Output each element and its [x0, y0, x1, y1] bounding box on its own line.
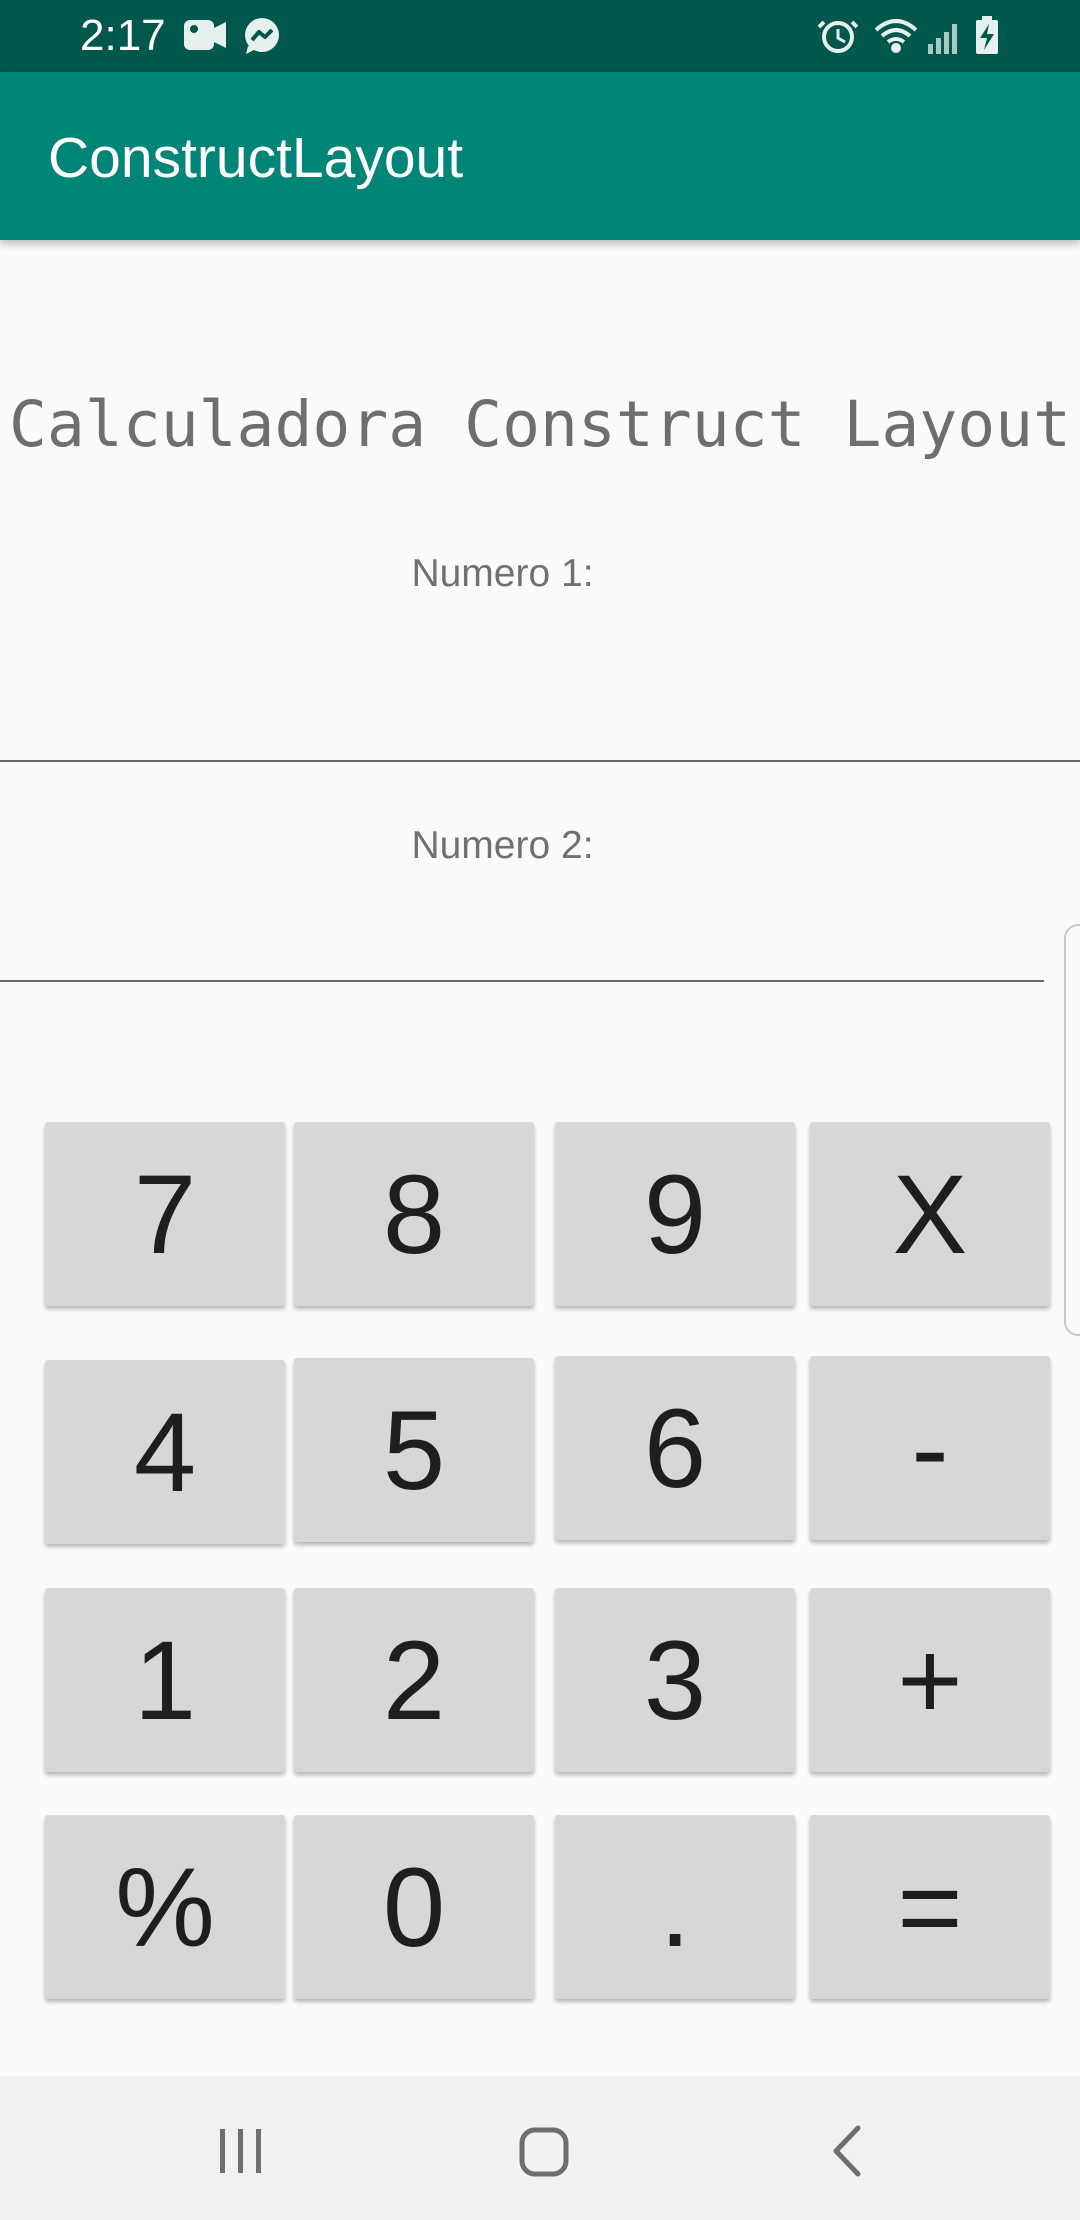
wifi-icon — [874, 19, 918, 53]
signal-icon — [928, 24, 957, 54]
key-3[interactable]: 3 — [555, 1588, 795, 1772]
key-add[interactable]: + — [810, 1588, 1050, 1772]
home-icon[interactable] — [498, 2106, 588, 2196]
app-bar: ConstructLayout — [0, 72, 1080, 240]
page-title: Calculadora Construct Layout — [8, 388, 1072, 461]
edge-panel-handle[interactable] — [1064, 924, 1080, 1336]
number1-input[interactable] — [0, 692, 1080, 762]
key-7[interactable]: 7 — [45, 1122, 285, 1306]
status-left-icons — [182, 16, 292, 61]
key-6[interactable]: 6 — [555, 1356, 795, 1540]
battery-charging-icon — [976, 16, 998, 54]
status-right-icons — [816, 14, 1016, 63]
key-4[interactable]: 4 — [45, 1360, 285, 1544]
recent-apps-icon[interactable] — [196, 2106, 286, 2196]
key-decimal[interactable]: . — [555, 1815, 795, 1999]
key-multiply[interactable]: X — [810, 1122, 1050, 1306]
key-1[interactable]: 1 — [45, 1588, 285, 1772]
alarm-icon — [817, 20, 859, 53]
key-percent[interactable]: % — [45, 1815, 285, 1999]
key-8[interactable]: 8 — [294, 1122, 534, 1306]
navigation-bar — [0, 2076, 1080, 2220]
key-0[interactable]: 0 — [294, 1815, 534, 1999]
status-bar: 2:17 — [0, 0, 1080, 72]
key-9[interactable]: 9 — [555, 1122, 795, 1306]
key-subtract[interactable]: - — [810, 1356, 1050, 1540]
number1-label: Numero 1: — [411, 552, 594, 595]
status-time: 2:17 — [80, 11, 166, 60]
video-camera-icon — [184, 20, 226, 50]
key-equals[interactable]: = — [810, 1815, 1050, 1999]
app-title: ConstructLayout — [48, 126, 464, 190]
number2-input[interactable] — [0, 912, 1044, 982]
messenger-icon — [245, 18, 279, 54]
back-icon[interactable] — [800, 2106, 890, 2196]
number2-label: Numero 2: — [411, 824, 594, 867]
key-5[interactable]: 5 — [294, 1358, 534, 1542]
key-2[interactable]: 2 — [294, 1588, 534, 1772]
